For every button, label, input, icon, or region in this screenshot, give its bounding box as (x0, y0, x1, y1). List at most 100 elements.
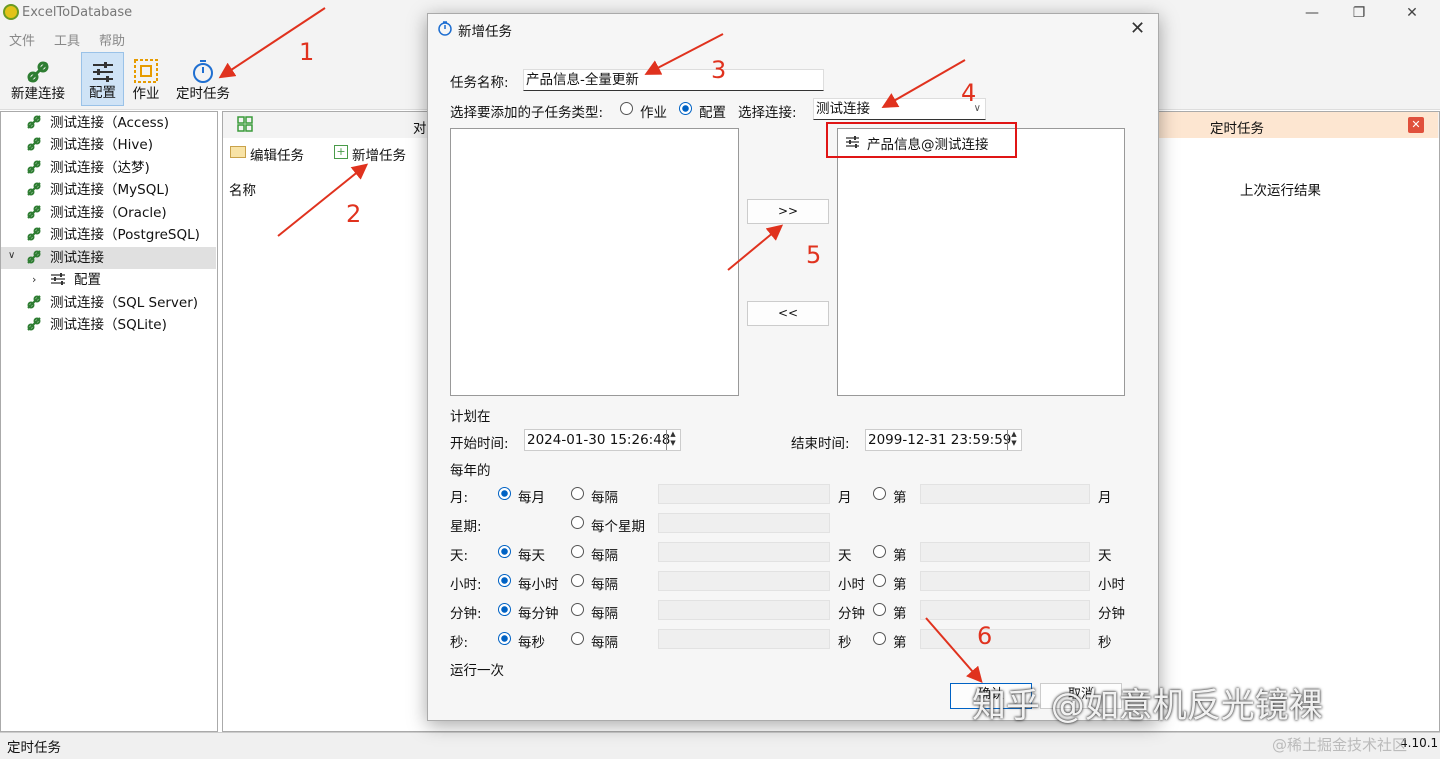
plug-icon (26, 159, 42, 174)
radio-interval[interactable] (571, 574, 584, 587)
radio-config-label: 配置 (699, 105, 726, 121)
schedule-row-label: 天: (450, 548, 469, 564)
tree-item-connection[interactable]: 测试连接 (26, 247, 104, 269)
radio-interval[interactable] (571, 632, 584, 645)
tree-item-label: 测试连接（MySQL) (50, 182, 170, 198)
radio-job-label: 作业 (640, 105, 667, 121)
start-time-spinner[interactable]: ▲ ▼ (666, 430, 679, 450)
expand-chevron-icon[interactable]: ∨ (8, 250, 15, 261)
tree-item-connection[interactable]: 测试连接（Access) (26, 112, 169, 134)
tree-item-label: 测试连接（达梦) (50, 160, 150, 176)
tree-item-connection[interactable]: 测试连接（MySQL) (26, 179, 169, 201)
radio-config[interactable] (679, 102, 692, 115)
radio-nth[interactable] (873, 603, 886, 616)
maximize-icon[interactable]: ❐ (1344, 4, 1374, 22)
menu-tools[interactable]: 工具 (54, 30, 80, 49)
grid-icon (237, 116, 253, 132)
schedule-row-label: 分钟: (450, 606, 482, 622)
radio-interval-label: 每隔 (591, 548, 618, 564)
connection-select-value: 测试连接 (816, 101, 870, 117)
task-name-input[interactable]: 产品信息-全量更新 (523, 69, 824, 91)
collapsed-chevron-icon[interactable]: › (32, 273, 36, 286)
tree-item-connection[interactable]: 测试连接（Hive) (26, 134, 153, 156)
start-time-input[interactable]: 2024-01-30 15:26:48 (524, 429, 681, 451)
job-icon (134, 59, 158, 83)
radio-nth[interactable] (873, 632, 886, 645)
edit-task-button[interactable]: 编辑任务 (250, 144, 304, 164)
schedule-row-label: 小时: (450, 577, 482, 593)
plug-icon (26, 226, 42, 241)
tab-objects-partial[interactable]: 对 (413, 117, 427, 137)
interval-input[interactable] (658, 600, 830, 620)
tree-item-config[interactable]: 配置 (50, 269, 101, 291)
radio-nth[interactable] (873, 487, 886, 500)
radio-nth[interactable] (873, 545, 886, 558)
radio-every-label: 每月 (518, 490, 545, 506)
nth-input[interactable] (920, 571, 1090, 591)
radio-interval[interactable] (571, 487, 584, 500)
new-connection-button[interactable]: 新建连接 (6, 52, 70, 106)
remove-subtask-button[interactable]: << (747, 301, 829, 326)
available-subtasks-list[interactable] (450, 128, 739, 396)
end-time-spinner[interactable]: ▲ ▼ (1007, 430, 1020, 450)
tree-item-connection[interactable]: 测试连接（PostgreSQL) (26, 224, 200, 246)
radio-every[interactable] (498, 574, 511, 587)
radio-every[interactable] (498, 603, 511, 616)
minimize-icon[interactable]: — (1297, 4, 1327, 22)
tree-item-connection[interactable]: 测试连接（达梦) (26, 157, 150, 179)
schedule-row-label: 月: (450, 490, 469, 506)
select-connection-label: 选择连接: (738, 105, 797, 121)
interval-unit-label: 秒 (838, 635, 852, 651)
tree-item-label: 测试连接（Access) (50, 115, 169, 131)
radio-interval-label: 每个星期 (591, 519, 645, 535)
add-subtask-button[interactable]: >> (747, 199, 829, 224)
radio-nth-label: 第 (893, 577, 907, 593)
tree-item-connection[interactable]: 测试连接（SQLite) (26, 314, 167, 336)
close-window-icon[interactable]: ✕ (1397, 4, 1427, 22)
radio-interval[interactable] (571, 545, 584, 558)
nth-input[interactable] (920, 542, 1090, 562)
menu-file[interactable]: 文件 (9, 30, 35, 49)
folder-icon (230, 146, 246, 158)
column-header-last-result[interactable]: 上次运行结果 (1240, 179, 1321, 199)
tree-item-connection[interactable]: 测试连接（Oracle) (26, 202, 167, 224)
radio-interval[interactable] (571, 516, 584, 529)
scheduled-task-button[interactable]: 定时任务 (172, 52, 234, 106)
tree-item-connection[interactable]: 测试连接（SQL Server) (26, 292, 198, 314)
interval-input[interactable] (658, 629, 830, 649)
nth-input[interactable] (920, 629, 1090, 649)
nth-unit-label: 小时 (1098, 577, 1125, 593)
plug-icon (26, 294, 42, 309)
radio-every[interactable] (498, 632, 511, 645)
tree-item-label: 测试连接（Hive) (50, 137, 153, 153)
schedule-row-label: 秒: (450, 635, 469, 651)
radio-every-label: 每分钟 (518, 606, 559, 622)
dialog-close-icon[interactable]: ✕ (1130, 18, 1145, 39)
menu-help[interactable]: 帮助 (99, 30, 125, 49)
job-button[interactable]: 作业 (127, 52, 165, 106)
radio-interval[interactable] (571, 603, 584, 616)
nth-input[interactable] (920, 484, 1090, 504)
interval-input[interactable] (658, 513, 830, 533)
yearly-label: 每年的 (450, 463, 491, 479)
column-header-name[interactable]: 名称 (229, 179, 256, 199)
interval-input[interactable] (658, 542, 830, 562)
add-task-button[interactable]: 新增任务 (352, 144, 406, 164)
radio-every[interactable] (498, 545, 511, 558)
schedule-row-label: 星期: (450, 519, 482, 535)
interval-input[interactable] (658, 571, 830, 591)
radio-interval-label: 每隔 (591, 577, 618, 593)
nth-input[interactable] (920, 600, 1090, 620)
radio-nth[interactable] (873, 574, 886, 587)
config-label: 配置 (89, 85, 116, 101)
selected-subtasks-list[interactable] (837, 128, 1125, 396)
interval-input[interactable] (658, 484, 830, 504)
config-button[interactable]: 配置 (81, 52, 124, 106)
radio-every[interactable] (498, 487, 511, 500)
interval-unit-label: 分钟 (838, 606, 865, 622)
radio-job[interactable] (620, 102, 633, 115)
tab-scheduled[interactable] (1158, 112, 1438, 138)
close-tab-icon[interactable]: ✕ (1408, 117, 1424, 133)
annotation-number-4: 4 (961, 79, 977, 107)
end-time-input[interactable]: 2099-12-31 23:59:59 (865, 429, 1022, 451)
